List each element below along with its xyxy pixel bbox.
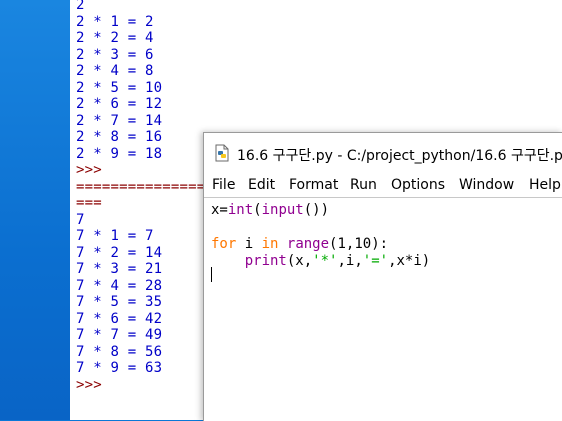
shell-prompt: >>>	[76, 376, 102, 393]
shell-output-line: 2 * 4 = 8	[76, 63, 154, 79]
shell-output-line: 7 * 6 = 42	[76, 310, 163, 327]
code-token: ,i,	[337, 253, 363, 269]
menu-window[interactable]: Window	[459, 176, 514, 194]
shell-output-line: 7	[76, 211, 85, 228]
shell-output-line: 7 * 5 = 35	[76, 294, 163, 310]
shell-output-line: 7 * 1 = 7	[76, 228, 154, 244]
editor-window[interactable]: 16.6 구구단.py - C:/project_python/16.6 구구단…	[203, 132, 562, 421]
code-token: x=	[211, 202, 228, 218]
menu-file[interactable]: File	[212, 176, 235, 194]
code-line: print(x,'*',i,'=',x*i)	[211, 252, 431, 270]
shell-prompt: >>>	[76, 162, 102, 178]
code-token: input	[261, 202, 304, 218]
shell-output-line: 2 * 2 = 4	[76, 30, 154, 46]
editor-menubar: File Edit Format Run Options Window Help	[204, 173, 562, 197]
code-token: '*'	[312, 253, 338, 269]
menu-options[interactable]: Options	[391, 176, 445, 194]
shell-output-line: 2 * 5 = 10	[76, 79, 163, 96]
code-token: ())	[303, 202, 330, 218]
shell-output-line: 2 * 3 = 6	[76, 46, 154, 63]
code-token: ,x*i)	[388, 253, 431, 269]
shell-output-line: 2 * 8 = 16	[76, 129, 163, 145]
code-area[interactable]: x=int(input()) for i in range(1,10): prin…	[204, 197, 562, 421]
code-token: (	[253, 202, 262, 218]
code-token: (x,	[286, 253, 313, 269]
editor-title: 16.6 구구단.py - C:/project_python/16.6 구구단…	[237, 148, 562, 164]
shell-output-line: 7 * 4 = 28	[76, 277, 163, 294]
shell-output-line: 7 * 9 = 63	[76, 360, 163, 376]
menu-help[interactable]: Help	[529, 176, 561, 194]
code-line: for i in range(1,10):	[211, 235, 388, 253]
shell-output-line: 2 * 7 = 14	[76, 112, 163, 129]
code-token: int	[227, 202, 254, 218]
shell-output-line: 2 * 6 = 12	[76, 96, 163, 112]
code-token: for	[211, 236, 237, 252]
code-token: print	[244, 253, 287, 269]
menu-edit[interactable]: Edit	[248, 176, 275, 194]
code-token: i	[236, 236, 262, 252]
shell-output-line: 2	[76, 0, 85, 13]
shell-output-line: 2 * 1 = 2	[76, 13, 154, 30]
shell-output-line: 7 * 3 = 21	[76, 261, 163, 277]
code-token: range	[286, 236, 330, 252]
shell-output-line: 7 * 8 = 56	[76, 343, 163, 360]
code-token: (1,10):	[329, 236, 389, 252]
menu-format[interactable]: Format	[289, 176, 338, 194]
shell-output-line: 2 * 9 = 18	[76, 145, 163, 162]
desktop-background	[0, 0, 70, 420]
editor-titlebar[interactable]: 16.6 구구단.py - C:/project_python/16.6 구구단…	[204, 133, 562, 173]
menu-run[interactable]: Run	[350, 176, 377, 194]
shell-output-line: 7 * 2 = 14	[76, 244, 163, 261]
python-file-icon	[215, 144, 229, 162]
shell-output-line: 7 * 7 = 49	[76, 327, 163, 343]
shell-restart-line: ===	[76, 195, 102, 211]
code-token: in	[261, 236, 279, 252]
code-token: '='	[362, 253, 389, 269]
code-line: x=int(input())	[211, 201, 329, 219]
